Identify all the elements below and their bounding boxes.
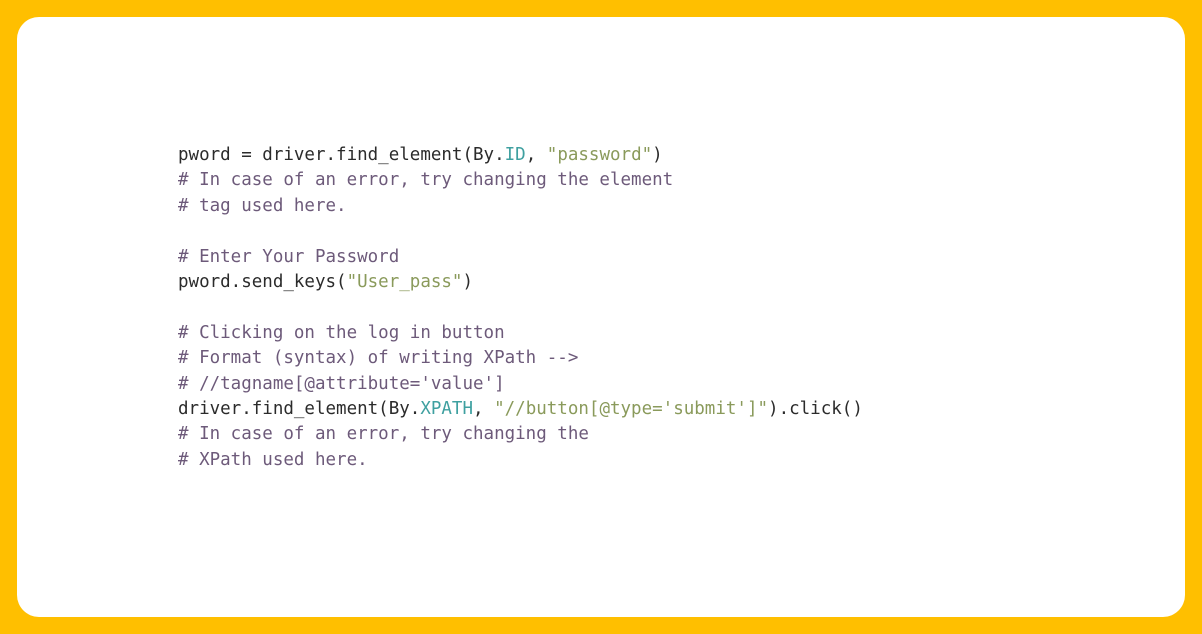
code-line: ​ [178,219,863,244]
code-viewport[interactable]: pword = driver.find_element(By.ID, "pass… [17,17,1185,617]
code-line: # tag used here. [178,194,863,219]
code-token-attr: ID [504,145,526,165]
code-token-plain: pword = driver.find_element(By. [178,145,505,165]
code-line: pword = driver.find_element(By.ID, "pass… [178,143,863,168]
code-line: # XPath used here. [178,448,863,473]
code-token-plain: ).click() [768,398,863,419]
code-token-plain: , [473,398,495,419]
code-token-comment: # XPath used here. [178,449,368,470]
code-listing[interactable]: pword = driver.find_element(By.ID, "pass… [178,143,863,473]
code-line: # Format (syntax) of writing XPath --> [178,346,863,371]
code-token-comment: # In case of an error, try changing the [178,424,589,445]
code-token-comment: # Format (syntax) of writing XPath --> [178,348,579,369]
code-line: # Clicking on the log in button [178,321,863,346]
code-line: # //tagname[@attribute='value'] [178,372,863,397]
code-token-plain: ) [652,145,663,165]
code-token-attr: XPATH [420,398,474,419]
orange-frame: pword = driver.find_element(By.ID, "pass… [0,0,1202,634]
code-line: # In case of an error, try changing the [178,422,863,447]
code-token-comment: # tag used here. [178,195,347,216]
code-token-plain: pword.send_keys( [178,271,347,292]
code-line: # In case of an error, try changing the … [178,168,863,193]
code-token-plain: driver.find_element(By. [178,398,421,419]
code-token-string: "//button[@type='submit']" [494,398,769,419]
code-token-string: "User_pass" [346,271,463,292]
code-token-comment: # //tagname[@attribute='value'] [178,373,505,394]
code-panel: pword = driver.find_element(By.ID, "pass… [17,17,1185,617]
code-token-comment: # Enter Your Password [178,246,400,267]
code-token-plain: , [525,145,547,165]
code-token-plain: ) [462,271,474,292]
code-line: ​ [178,295,863,320]
code-line: pword.send_keys("User_pass") [178,270,863,295]
code-line: driver.find_element(By.XPATH, "//button[… [178,397,863,422]
code-token-comment: # Clicking on the log in button [178,322,505,343]
code-line: # Enter Your Password [178,245,863,270]
code-token-comment: # In case of an error, try changing the … [178,170,674,191]
code-token-string: "password" [546,145,653,165]
